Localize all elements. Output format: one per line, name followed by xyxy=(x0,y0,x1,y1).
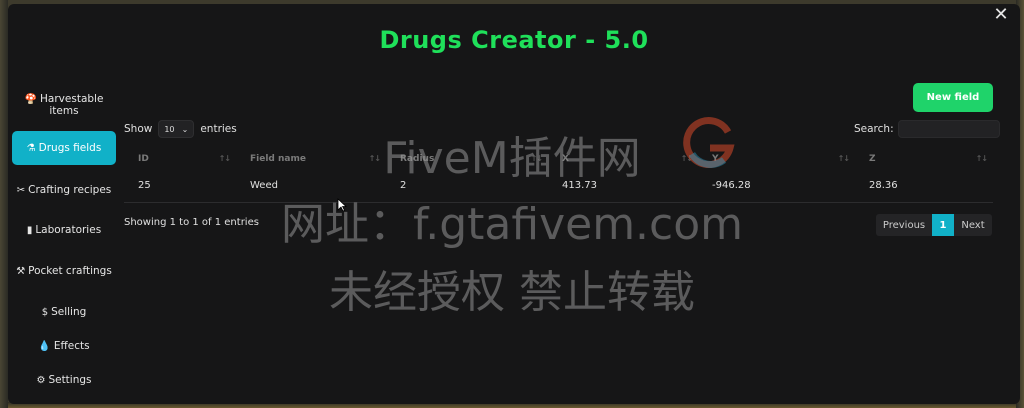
sort-icon: ↑↓ xyxy=(368,154,381,163)
sidebar-item-selling[interactable]: $ Selling xyxy=(12,298,116,326)
sidebar-item-effects[interactable]: 💧 Effects xyxy=(12,332,116,360)
sidebar-item-label: Crafting recipes xyxy=(28,184,112,196)
cell-id: 25 xyxy=(124,170,236,203)
entries-label: entries xyxy=(200,123,237,135)
sort-icon: ↑↓ xyxy=(218,154,231,163)
page-title: Drugs Creator - 5.0 xyxy=(379,26,649,54)
sidebar-item-label: Drugs fields xyxy=(38,142,102,154)
search-label: Search: xyxy=(854,123,894,135)
chart-icon: ▮ xyxy=(26,225,33,236)
sidebar: 🍄 Harvestable items ⚗ Drugs fields ✂ Crafti… xyxy=(12,86,116,394)
sidebar-item-label: Harvestable items xyxy=(40,93,104,117)
cell-y: -946.28 xyxy=(698,170,855,203)
page-1-button[interactable]: 1 xyxy=(932,214,954,236)
chevron-down-icon: ⌄ xyxy=(181,124,189,134)
page-size-select[interactable]: 10 ⌄ xyxy=(158,120,195,138)
sidebar-item-settings[interactable]: ⚙ Settings xyxy=(12,366,116,394)
column-header-z[interactable]: Z ↑↓ xyxy=(855,148,993,170)
sidebar-item-label: Selling xyxy=(51,306,87,318)
sidebar-item-label: Settings xyxy=(48,374,92,386)
table-row[interactable]: 25 Weed 2 413.73 -946.28 28.36 xyxy=(124,170,993,203)
search-control: Search: xyxy=(854,120,1000,138)
cell-field-name: Weed xyxy=(236,170,386,203)
dollar-icon: $ xyxy=(41,307,49,318)
previous-page-button[interactable]: Previous xyxy=(876,214,932,236)
sort-icon: ↑↓ xyxy=(530,154,543,163)
sidebar-item-laboratories[interactable]: ▮ Laboratories xyxy=(12,216,116,244)
column-header-radius[interactable]: Radius ↑↓ xyxy=(386,148,548,170)
pagination: Previous 1 Next xyxy=(876,214,992,236)
cell-radius: 2 xyxy=(386,170,548,203)
page-size-value: 10 xyxy=(164,124,175,134)
sidebar-item-label: Effects xyxy=(53,340,90,352)
show-label: Show xyxy=(124,123,153,135)
mouse-cursor-icon xyxy=(337,198,347,212)
sidebar-item-crafting-recipes[interactable]: ✂ Crafting recipes xyxy=(12,171,116,209)
sidebar-item-label: Laboratories xyxy=(35,224,102,236)
table-info: Showing 1 to 1 of 1 entries xyxy=(124,217,259,228)
fields-table: ID ↑↓ Field name ↑↓ Radius ↑↓ X ↑↓ Y ↑↓ Z ↑↓ 2… xyxy=(124,148,993,203)
drugs-creator-window: ✕ Drugs Creator - 5.0 🍄 Harvestable items… xyxy=(8,4,1020,404)
next-page-button[interactable]: Next xyxy=(954,214,992,236)
gear-icon: ⚙ xyxy=(36,375,46,386)
column-header-id[interactable]: ID ↑↓ xyxy=(124,148,236,170)
cell-z: 28.36 xyxy=(855,170,993,203)
hammer-icon: ⚒ xyxy=(16,266,26,277)
table-header-row: ID ↑↓ Field name ↑↓ Radius ↑↓ X ↑↓ Y ↑↓ Z ↑↓ xyxy=(124,148,993,170)
sidebar-item-pocket-craftings[interactable]: ⚒ Pocket craftings xyxy=(12,252,116,290)
new-field-button[interactable]: New field xyxy=(913,83,993,112)
close-icon[interactable]: ✕ xyxy=(992,6,1010,24)
page-size-control: Show 10 ⌄ entries xyxy=(124,120,237,138)
cell-x: 413.73 xyxy=(548,170,698,203)
sort-icon: ↑↓ xyxy=(837,154,850,163)
droplet-icon: 💧 xyxy=(38,341,51,352)
search-input[interactable] xyxy=(897,120,1000,138)
sort-icon: ↑↓ xyxy=(975,154,988,163)
sidebar-item-label: Pocket craftings xyxy=(28,265,112,277)
column-header-x[interactable]: X ↑↓ xyxy=(548,148,698,170)
flask-icon: ⚗ xyxy=(26,143,36,154)
column-header-field-name[interactable]: Field name ↑↓ xyxy=(236,148,386,170)
sidebar-item-harvestable-items[interactable]: 🍄 Harvestable items xyxy=(12,86,116,124)
harvest-icon: 🍄 xyxy=(24,94,38,105)
sidebar-item-drugs-fields[interactable]: ⚗ Drugs fields xyxy=(12,131,116,165)
watermark-logo-icon xyxy=(683,117,735,168)
tools-icon: ✂ xyxy=(16,185,26,196)
